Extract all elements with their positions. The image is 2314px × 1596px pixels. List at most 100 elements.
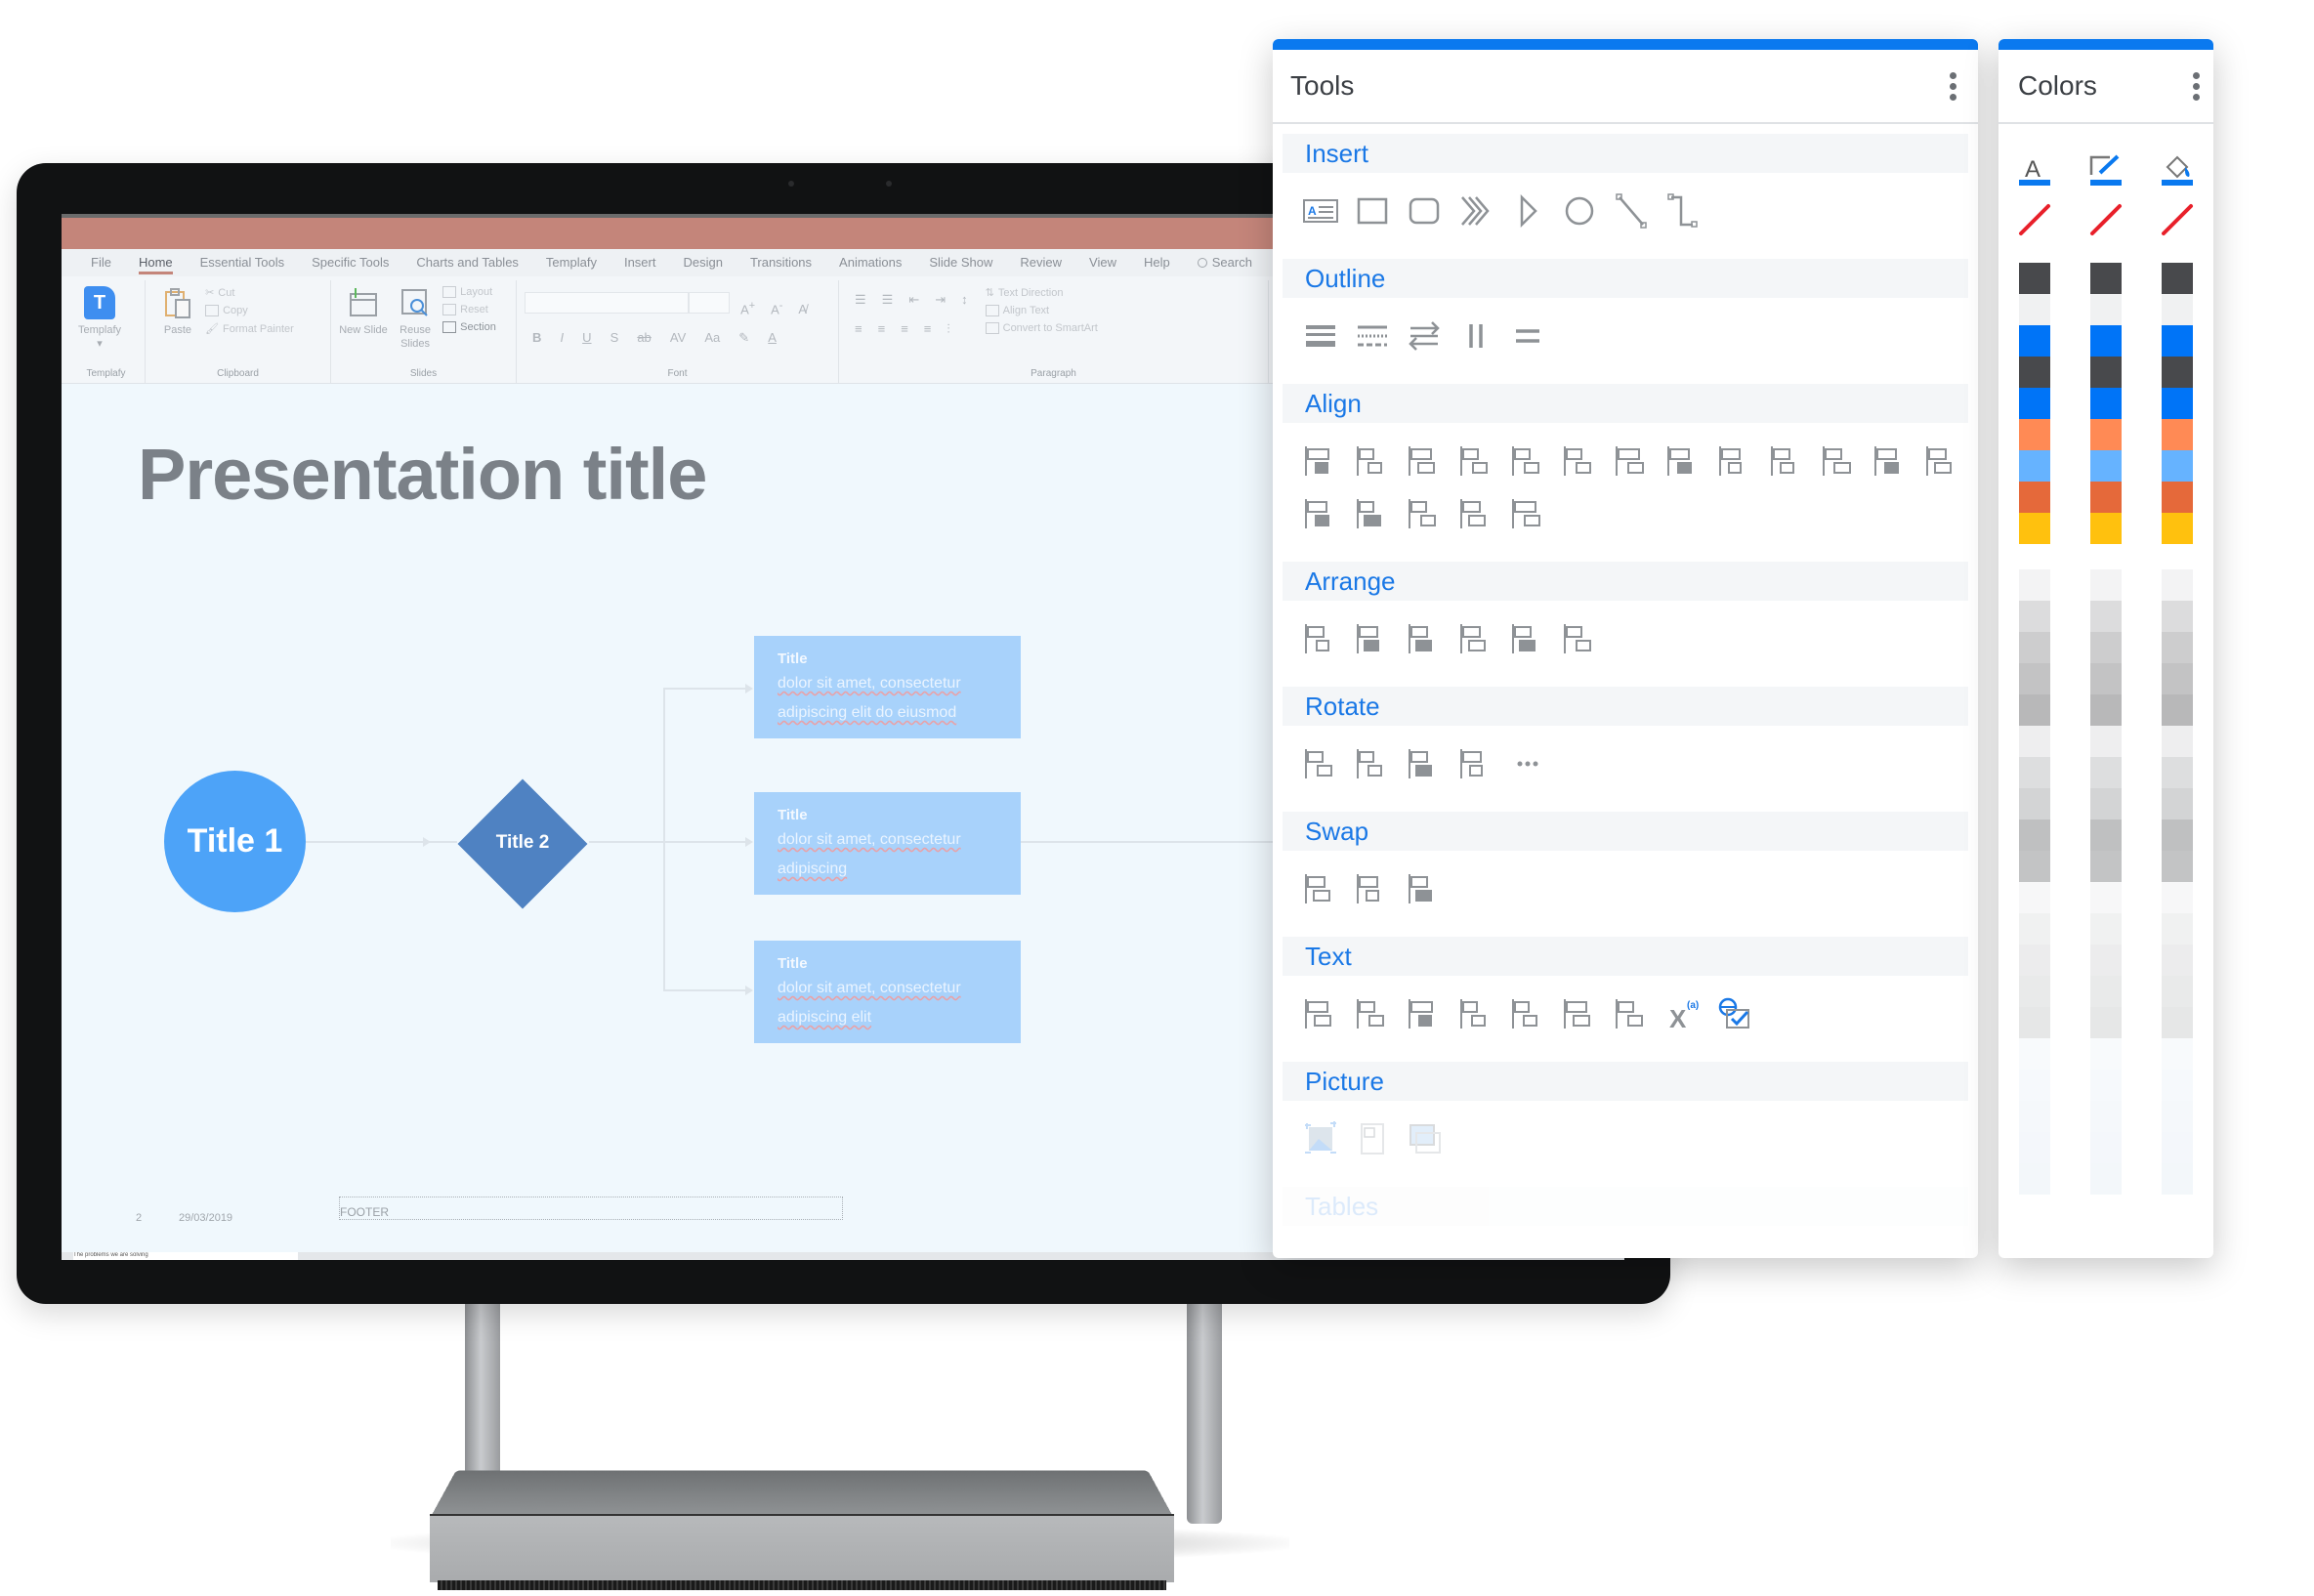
tint-swatch[interactable] bbox=[2090, 694, 2122, 726]
tint-swatch[interactable] bbox=[2090, 632, 2122, 663]
stretch-horizontal-icon[interactable] bbox=[1605, 435, 1657, 487]
change-case-icon[interactable]: Aa bbox=[704, 330, 720, 345]
tint-swatch[interactable] bbox=[2090, 976, 2122, 1007]
section-header-arrange[interactable]: Arrange bbox=[1283, 562, 1968, 601]
tab-help[interactable]: Help bbox=[1130, 249, 1184, 276]
tint-swatch[interactable] bbox=[2090, 913, 2122, 945]
section-header-tables[interactable]: Tables bbox=[1283, 1187, 1968, 1226]
tint-swatch[interactable] bbox=[2090, 757, 2122, 788]
tint-swatch[interactable] bbox=[2090, 726, 2122, 757]
no-color-icon[interactable] bbox=[2160, 202, 2195, 237]
color-swatch[interactable] bbox=[2019, 419, 2050, 450]
swap-horizontal-icon[interactable] bbox=[1346, 862, 1398, 915]
align-right-text-icon[interactable]: ≡ bbox=[901, 321, 908, 336]
line-color-icon[interactable] bbox=[2088, 151, 2124, 187]
footnote-icon[interactable]: X (a) bbox=[1657, 987, 1708, 1040]
italic-icon[interactable]: I bbox=[560, 330, 564, 345]
bullets-icon[interactable]: ☰ bbox=[855, 292, 866, 308]
oval-icon[interactable] bbox=[1553, 185, 1605, 237]
more-options-icon[interactable] bbox=[2189, 68, 2204, 105]
chevron-icon[interactable] bbox=[1450, 185, 1501, 237]
color-swatch[interactable] bbox=[2090, 419, 2122, 450]
tab-insert[interactable]: Insert bbox=[610, 249, 670, 276]
tint-swatch[interactable] bbox=[2162, 1163, 2193, 1195]
color-swatch[interactable] bbox=[2090, 482, 2122, 513]
color-swatch[interactable] bbox=[2019, 325, 2050, 357]
tab-transitions[interactable]: Transitions bbox=[736, 249, 825, 276]
tint-swatch[interactable] bbox=[2162, 632, 2193, 663]
tab-essential-tools[interactable]: Essential Tools bbox=[187, 249, 298, 276]
tint-swatch[interactable] bbox=[2162, 788, 2193, 819]
tint-swatch[interactable] bbox=[2019, 1038, 2050, 1070]
align-left-text-icon[interactable]: ≡ bbox=[855, 321, 862, 336]
align-to-selection-icon[interactable] bbox=[1501, 487, 1553, 540]
tint-swatch[interactable] bbox=[2019, 913, 2050, 945]
tint-swatch[interactable] bbox=[2019, 945, 2050, 976]
distribute-horizontal-spacing-icon[interactable] bbox=[1812, 435, 1864, 487]
color-swatch[interactable] bbox=[2019, 294, 2050, 325]
tint-swatch[interactable] bbox=[2090, 851, 2122, 882]
replace-picture-icon[interactable] bbox=[1398, 1113, 1450, 1165]
grow-font-icon[interactable]: A+ bbox=[740, 300, 755, 316]
color-swatch[interactable] bbox=[2090, 357, 2122, 388]
shrink-font-icon[interactable]: A- bbox=[771, 300, 782, 316]
stack-vertical-icon[interactable] bbox=[1915, 435, 1967, 487]
elbow-connector-icon[interactable] bbox=[1657, 185, 1708, 237]
tab-search[interactable]: Search bbox=[1184, 249, 1266, 276]
section-header-text[interactable]: Text bbox=[1283, 937, 1968, 976]
text-strike-icon[interactable] bbox=[1501, 987, 1553, 1040]
ungroup-icon[interactable] bbox=[1346, 612, 1398, 665]
tint-swatch[interactable] bbox=[2019, 1101, 2050, 1132]
tab-slide-show[interactable]: Slide Show bbox=[915, 249, 1006, 276]
text-replace-icon[interactable] bbox=[1605, 987, 1657, 1040]
color-swatch[interactable] bbox=[2019, 357, 2050, 388]
text-box-icon[interactable]: A bbox=[1294, 185, 1346, 237]
tint-swatch[interactable] bbox=[2090, 1038, 2122, 1070]
flip-vertical-icon[interactable] bbox=[1398, 737, 1450, 790]
tint-swatch[interactable] bbox=[2019, 694, 2050, 726]
tint-swatch[interactable] bbox=[2019, 1070, 2050, 1101]
crop-picture-icon[interactable] bbox=[1294, 1113, 1346, 1165]
tint-swatch[interactable] bbox=[2019, 1163, 2050, 1195]
tint-swatch[interactable] bbox=[2162, 851, 2193, 882]
tint-swatch[interactable] bbox=[2019, 726, 2050, 757]
title-2-diamond[interactable]: Title 2 bbox=[457, 778, 588, 909]
color-swatch[interactable] bbox=[2162, 357, 2193, 388]
tab-review[interactable]: Review bbox=[1006, 249, 1075, 276]
align-right-icon[interactable] bbox=[1346, 435, 1398, 487]
horizontal-lines-icon[interactable] bbox=[1501, 310, 1553, 362]
center-text-icon[interactable]: ≡ bbox=[878, 321, 886, 336]
bring-to-front-icon[interactable] bbox=[1450, 612, 1501, 665]
tab-templafy[interactable]: Templafy bbox=[532, 249, 610, 276]
tab-file[interactable]: File bbox=[77, 249, 125, 276]
tint-swatch[interactable] bbox=[2019, 788, 2050, 819]
more-options-icon[interactable] bbox=[1946, 68, 1960, 105]
tint-swatch[interactable] bbox=[2090, 1101, 2122, 1132]
templafy-button[interactable]: T Templafy ▾ bbox=[75, 286, 124, 351]
columns-icon[interactable]: ⫶ bbox=[947, 321, 949, 337]
tint-swatch[interactable] bbox=[2019, 663, 2050, 694]
tint-swatch[interactable] bbox=[2162, 569, 2193, 601]
distribute-vertical-icon[interactable] bbox=[1346, 487, 1398, 540]
strikethrough-icon[interactable]: ab bbox=[637, 330, 651, 345]
color-swatch[interactable] bbox=[2090, 294, 2122, 325]
align-center-icon[interactable] bbox=[1450, 435, 1501, 487]
arrows-icon[interactable] bbox=[1398, 310, 1450, 362]
flip-horizontal-icon[interactable] bbox=[1450, 737, 1501, 790]
tint-swatch[interactable] bbox=[2019, 757, 2050, 788]
section-button[interactable]: Section bbox=[442, 321, 496, 333]
vertical-lines-icon[interactable] bbox=[1450, 310, 1501, 362]
font-name-select[interactable] bbox=[525, 292, 689, 314]
tint-swatch[interactable] bbox=[2162, 601, 2193, 632]
tab-view[interactable]: View bbox=[1075, 249, 1130, 276]
bring-forward-icon[interactable] bbox=[1398, 612, 1450, 665]
text-remove-icon[interactable] bbox=[1450, 987, 1501, 1040]
color-swatch[interactable] bbox=[2162, 419, 2193, 450]
section-header-swap[interactable]: Swap bbox=[1283, 812, 1968, 851]
presentation-title[interactable]: Presentation title bbox=[138, 433, 707, 516]
decrease-indent-icon[interactable]: ⇤ bbox=[908, 292, 919, 308]
rectangle-icon[interactable] bbox=[1346, 185, 1398, 237]
section-header-rotate[interactable]: Rotate bbox=[1283, 687, 1968, 726]
tab-home[interactable]: Home bbox=[125, 249, 187, 276]
tint-swatch[interactable] bbox=[2162, 1070, 2193, 1101]
